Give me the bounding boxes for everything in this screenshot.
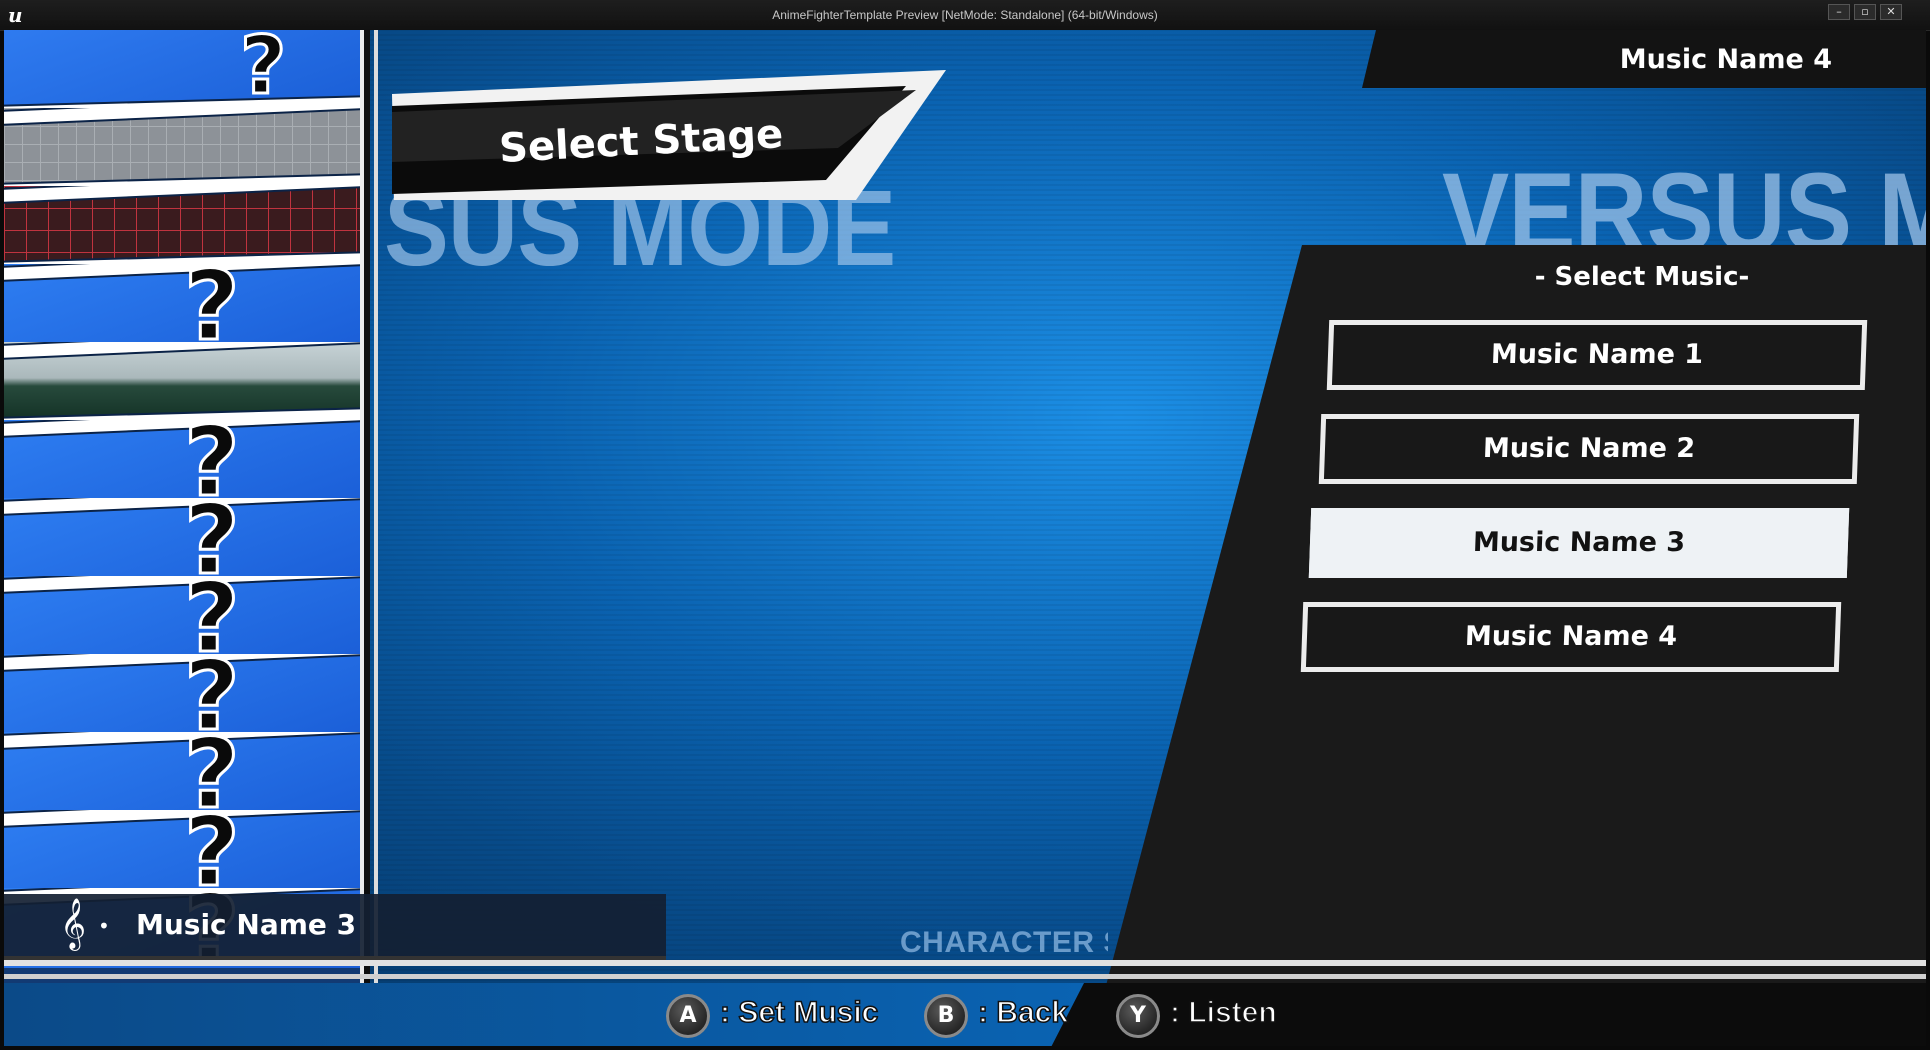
footer-blue-band	[4, 983, 1084, 1046]
footer-stripe	[4, 974, 1926, 979]
now-playing-underline	[4, 956, 666, 960]
locked-stage-icon: ?	[183, 576, 242, 656]
window-titlebar: u AnimeFighterTemplate Preview [NetMode:…	[0, 0, 1930, 31]
hint-back-label: : Back	[977, 995, 1069, 1030]
footer-stripe	[4, 960, 1926, 966]
y-button-icon[interactable]: Y	[1116, 994, 1160, 1038]
torn-paper-edge	[4, 576, 360, 593]
stage-thumb-random[interactable]: ?	[4, 30, 360, 110]
music-option-3-selected[interactable]: Music Name 3	[1308, 508, 1850, 578]
stage-thumb-locked[interactable]: ?	[4, 264, 360, 344]
locked-stage-icon: ?	[183, 498, 242, 578]
select-stage-banner: Select Stage	[386, 50, 946, 200]
music-option-1[interactable]: Music Name 1	[1326, 320, 1868, 390]
stage-thumb-red-grid[interactable]	[4, 186, 360, 266]
music-panel-heading: - Select Music-	[1534, 262, 1750, 292]
a-button-icon[interactable]: A	[666, 994, 710, 1038]
minimize-button[interactable]: –	[1828, 4, 1850, 20]
locked-stage-icon: ?	[183, 420, 242, 500]
locked-stage-icon: ?	[183, 654, 242, 734]
current-music-label: Music Name 4	[1619, 44, 1832, 75]
torn-paper-edge	[4, 186, 360, 203]
torn-paper-edge	[4, 108, 360, 125]
locked-stage-icon: ?	[183, 732, 242, 812]
current-music-header: Music Name 4	[1362, 30, 1926, 88]
b-button-icon[interactable]: B	[924, 994, 968, 1038]
stage-thumb-locked[interactable]: ?	[4, 498, 360, 578]
torn-paper-edge	[4, 810, 360, 827]
stage-thumb-locked[interactable]: ?	[4, 732, 360, 812]
hint-set-music-label: : Set Music	[719, 995, 879, 1030]
stage-thumb-locked[interactable]: ?	[4, 810, 360, 890]
torn-paper-edge	[4, 342, 360, 359]
torn-paper-edge	[4, 732, 360, 749]
maximize-button[interactable]: ▫	[1854, 4, 1876, 20]
stage-thumb-locked[interactable]: ?	[4, 420, 360, 500]
close-button[interactable]: ✕	[1880, 4, 1902, 20]
separator-dot: •	[98, 914, 110, 938]
game-viewport: SUS MODE VERSUS MO ? ? ? ?	[4, 30, 1926, 1046]
torn-paper-edge	[4, 420, 360, 437]
hint-listen-label: : Listen	[1169, 995, 1277, 1030]
torn-paper-edge	[4, 654, 360, 671]
music-option-4[interactable]: Music Name 4	[1300, 602, 1842, 672]
background-character-select-text: CHARACTER S	[900, 926, 1108, 959]
torn-paper-edge	[4, 498, 360, 515]
locked-stage-icon: ?	[183, 810, 242, 890]
window-title: AnimeFighterTemplate Preview [NetMode: S…	[772, 8, 1158, 22]
stage-thumb-grid[interactable]	[4, 108, 360, 188]
music-option-2[interactable]: Music Name 2	[1318, 414, 1860, 484]
torn-paper-edge	[4, 264, 360, 281]
music-note-icon: 𝄞	[60, 898, 87, 949]
locked-stage-icon: ?	[183, 264, 242, 344]
stage-thumb-locked[interactable]: ?	[4, 654, 360, 734]
random-stage-icon: ?	[239, 30, 288, 110]
now-playing-bar: 𝄞 • Music Name 3	[4, 894, 666, 956]
stage-thumb-grass[interactable]	[4, 342, 360, 422]
stage-thumb-locked[interactable]: ?	[4, 576, 360, 656]
now-playing-label: Music Name 3	[136, 908, 357, 941]
